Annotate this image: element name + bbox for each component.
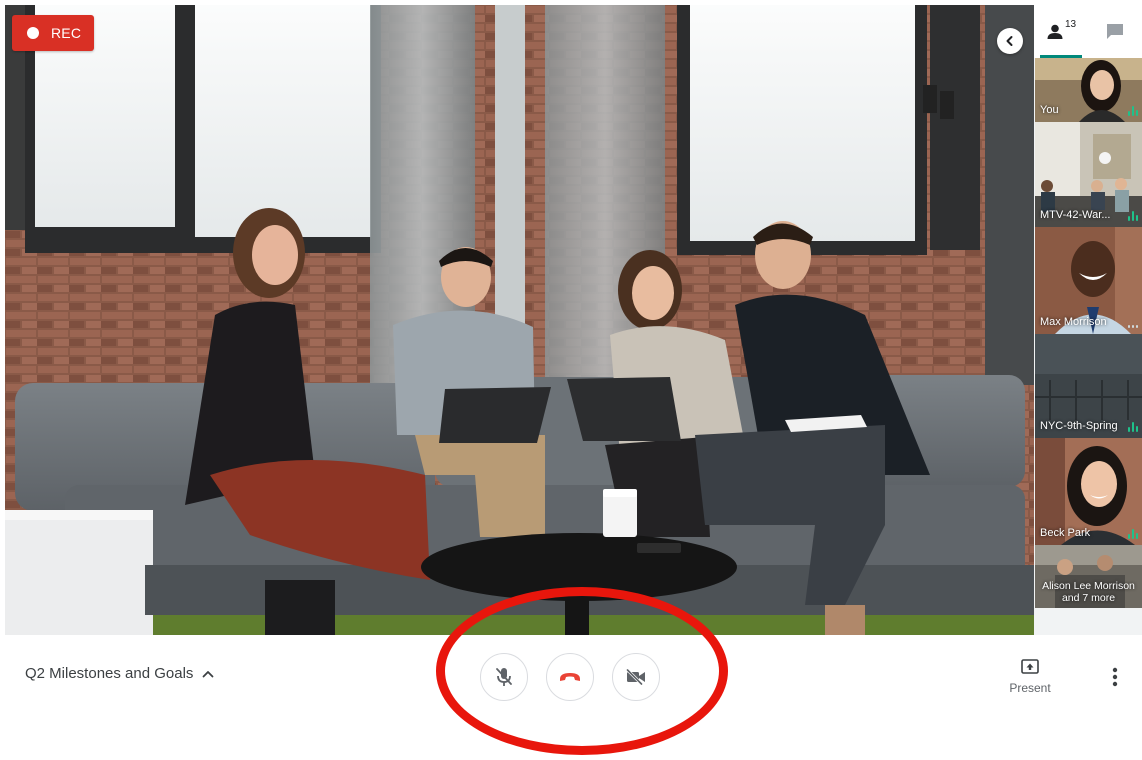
microphone-toggle-button[interactable] — [480, 653, 528, 701]
more-vertical-icon — [1112, 667, 1118, 687]
present-label: Present — [1009, 681, 1051, 695]
recording-badge: REC — [12, 15, 94, 51]
audio-level-icon — [1128, 106, 1138, 116]
participant-name: Max Morrison — [1040, 316, 1107, 328]
participant-tile[interactable]: NYC-9th-Spring — [1035, 334, 1142, 438]
audio-level-icon — [1128, 529, 1138, 539]
participant-tile[interactable]: You — [1035, 58, 1142, 122]
chevron-left-icon — [1006, 36, 1013, 46]
meeting-title: Q2 Milestones and Goals — [25, 665, 194, 682]
main-speaker-video — [5, 5, 1034, 635]
tab-chat[interactable] — [1088, 5, 1142, 58]
camera-toggle-button[interactable] — [612, 653, 660, 701]
participant-tile[interactable]: Beck Park — [1035, 438, 1142, 545]
overflow-first-name: Alison Lee Morrison — [1042, 580, 1135, 592]
recording-dot-icon — [27, 27, 39, 39]
participant-name: Beck Park — [1040, 527, 1091, 539]
participant-tile[interactable]: Max Morrison — [1035, 227, 1142, 334]
people-icon — [1047, 24, 1063, 39]
chat-icon — [1107, 24, 1123, 39]
leave-call-button[interactable] — [546, 653, 594, 701]
audio-level-icon — [1128, 211, 1138, 221]
chevron-up-icon — [203, 670, 214, 677]
call-controls-bar: Q2 Milestones and Goals Present — [5, 635, 1142, 715]
collapse-panel-button[interactable] — [997, 28, 1023, 54]
meet-app: REC 13 You MTV-42-War... Max Morrison NY… — [0, 0, 1142, 760]
participant-name: MTV-42-War... — [1040, 209, 1111, 221]
overflow-participants-tile[interactable]: Alison Lee Morrison and 7 more — [1035, 545, 1142, 608]
meeting-details-toggle[interactable]: Q2 Milestones and Goals — [25, 665, 214, 682]
more-options-button[interactable] — [1100, 659, 1130, 695]
main-video-stage: REC — [5, 5, 1034, 635]
participant-tile[interactable]: MTV-42-War... — [1035, 122, 1142, 227]
panel-tabs: 13 — [1034, 5, 1142, 58]
microphone-off-icon — [496, 668, 512, 686]
participant-name: NYC-9th-Spring — [1040, 420, 1118, 432]
participant-name: You — [1040, 104, 1059, 116]
present-screen-icon — [1021, 659, 1039, 674]
audio-muted-indicator-icon — [1128, 318, 1138, 328]
phone-hangup-icon — [560, 673, 580, 681]
camera-off-icon — [626, 669, 645, 685]
people-count-badge: 13 — [1064, 19, 1077, 30]
recording-label: REC — [51, 25, 82, 41]
participants-panel: 13 You MTV-42-War... Max Morrison NYC-9t… — [1034, 5, 1142, 635]
overflow-more-count: and 7 more — [1061, 592, 1116, 604]
overflow-participants-label: Alison Lee Morrison and 7 more — [1035, 580, 1142, 604]
audio-level-icon — [1128, 422, 1138, 432]
tab-people[interactable]: 13 — [1034, 5, 1088, 58]
present-button[interactable]: Present — [990, 649, 1070, 705]
